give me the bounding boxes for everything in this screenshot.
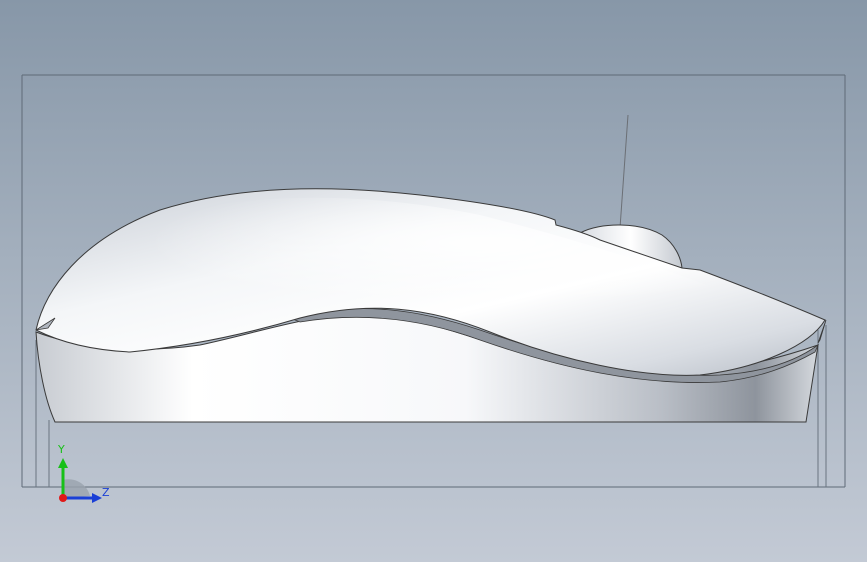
mouse-model[interactable] [0,0,867,562]
triad-z-label: Z [102,486,110,499]
triad-y-label: Y [58,443,65,456]
graphics-viewport[interactable]: Y Z [0,0,867,562]
wheel-axis-line [619,114,629,229]
coordinate-triad: Y Z [50,440,120,510]
